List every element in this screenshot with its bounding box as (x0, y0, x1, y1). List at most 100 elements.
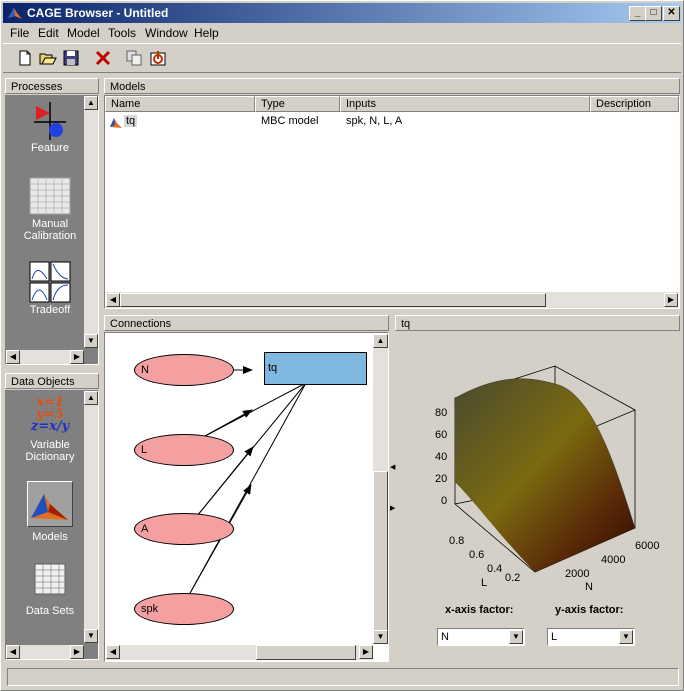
connections-hscroll-thumb[interactable] (256, 645, 356, 660)
z-tick-80: 80 (435, 407, 447, 419)
scroll-down-icon[interactable]: ▼ (84, 334, 98, 348)
delete-icon[interactable] (93, 48, 113, 68)
models-label: Models (32, 531, 68, 543)
process-manual-calibration[interactable]: Manual Calibration (6, 174, 94, 246)
models-scroll-thumb[interactable] (120, 293, 546, 307)
manual-calibration-icon (29, 177, 71, 215)
data-objects-hscroll[interactable]: ◀ ▶ (6, 645, 84, 659)
menu-edit[interactable]: Edit (38, 26, 59, 40)
menu-help[interactable]: Help (194, 26, 219, 40)
maximize-button[interactable]: □ (645, 6, 662, 21)
scroll-left-icon[interactable]: ◀ (6, 350, 20, 364)
processes-header: Processes (5, 78, 99, 94)
scroll-left-icon[interactable]: ◀ (106, 293, 120, 307)
scroll-right-icon[interactable]: ▶ (664, 293, 678, 307)
models-hscroll[interactable]: ◀ ▶ (106, 292, 678, 308)
n-tick-4000: 4000 (601, 554, 625, 566)
scroll-left-icon[interactable]: ◀ (106, 645, 120, 659)
scroll-up-icon[interactable]: ▲ (373, 334, 388, 348)
data-object-models[interactable]: Models (6, 481, 94, 547)
feature-icon (34, 102, 66, 140)
data-objects-header: Data Objects (5, 373, 99, 389)
process-manual-calibration-label: Manual Calibration (23, 218, 77, 242)
z-tick-20: 20 (435, 473, 447, 485)
save-icon[interactable] (61, 48, 81, 68)
connections-vscroll-thumb[interactable] (373, 471, 388, 631)
process-feature-label: Feature (31, 142, 69, 154)
chevron-down-icon[interactable]: ▼ (509, 630, 523, 644)
menu-window[interactable]: Window (145, 26, 188, 40)
x-axis-factor-value: N (441, 631, 449, 643)
node-n[interactable]: N (134, 354, 234, 386)
n-axis-label: N (585, 581, 593, 593)
close-button[interactable]: ✕ (663, 6, 680, 21)
scroll-up-icon[interactable]: ▲ (84, 96, 98, 110)
x-axis-factor-select[interactable]: N ▼ (437, 628, 525, 646)
connections-vscroll[interactable]: ▲ ▼ (373, 334, 388, 644)
copy-icon[interactable] (124, 48, 144, 68)
y-axis-factor-value: L (551, 631, 558, 643)
scroll-right-icon[interactable]: ▶ (70, 350, 84, 364)
scroll-right-icon[interactable]: ▶ (70, 645, 84, 659)
models-icon (27, 481, 73, 527)
node-l-label: L (141, 444, 148, 456)
open-icon[interactable] (38, 48, 58, 68)
menu-tools[interactable]: Tools (108, 26, 136, 40)
scroll-down-icon[interactable]: ▼ (373, 630, 388, 644)
node-tq[interactable]: tq (264, 352, 367, 385)
scroll-left-icon[interactable]: ◀ (6, 645, 20, 659)
cell-inputs: spk, N, L, A (346, 115, 403, 127)
data-sets-label: Data Sets (25, 605, 75, 617)
scroll-right-icon[interactable]: ▶ (359, 645, 373, 659)
data-object-variable-dictionary[interactable]: x=1 y=5 z=x/y Variable Dictionary (6, 395, 94, 471)
cell-name: tq (124, 115, 138, 127)
process-tradeoff-label: Tradeoff (29, 304, 71, 316)
n-tick-6000: 6000 (635, 540, 659, 552)
chevron-down-icon[interactable]: ▼ (619, 630, 633, 644)
l-tick-0-6: 0.6 (469, 549, 484, 561)
l-tick-0-2: 0.2 (505, 572, 520, 584)
menu-file[interactable]: File (10, 26, 29, 40)
z-tick-0: 0 (441, 495, 447, 507)
models-header: Models (104, 78, 680, 94)
tradeoff-icon (29, 261, 71, 303)
data-objects-panel: x=1 y=5 z=x/y Variable Dictionary Models… (5, 390, 99, 660)
scroll-down-icon[interactable]: ▼ (84, 629, 98, 643)
cell-type: MBC model (261, 115, 319, 127)
node-l[interactable]: L (134, 434, 234, 466)
variable-dictionary-label: Variable Dictionary (25, 439, 75, 463)
process-tradeoff[interactable]: Tradeoff (6, 260, 94, 324)
column-inputs[interactable]: Inputs (340, 96, 590, 112)
node-a-label: A (141, 523, 149, 535)
connections-panel: N L A spk tq ▲ ▼ ◀ ▶ (104, 332, 389, 662)
data-sets-icon (34, 563, 66, 595)
node-spk[interactable]: spk (134, 593, 234, 625)
data-objects-vscroll[interactable]: ▲ ▼ (84, 391, 98, 643)
y-axis-factor-select[interactable]: L ▼ (547, 628, 635, 646)
models-table: Name Type Inputs Description tq MBC mode… (104, 95, 680, 309)
node-spk-label: spk (141, 603, 159, 615)
node-n-label: N (141, 364, 149, 376)
processes-hscroll[interactable]: ◀ ▶ (6, 350, 84, 364)
n-tick-2000: 2000 (565, 568, 589, 580)
processes-vscroll[interactable]: ▲ ▼ (84, 96, 98, 348)
scroll-up-icon[interactable]: ▲ (84, 391, 98, 405)
data-object-data-sets[interactable]: Data Sets (6, 561, 94, 625)
x-axis-factor-label: x-axis factor: (445, 604, 514, 616)
matlab-logo-icon (8, 8, 22, 19)
minimize-button[interactable]: _ (629, 6, 646, 21)
new-icon[interactable] (15, 48, 35, 68)
connections-hscroll[interactable]: ◀ ▶ (106, 645, 373, 660)
surface-plot: 80 60 40 20 0 0.8 0.6 0.4 0.2 L 2000 400… (435, 365, 659, 593)
import-icon[interactable] (148, 48, 168, 68)
column-name[interactable]: Name (105, 96, 255, 112)
column-description[interactable]: Description (590, 96, 679, 112)
processes-panel: Feature Manual Calibration Tradeoff ▲ ▼ … (5, 95, 99, 365)
menu-model[interactable]: Model (67, 26, 100, 40)
column-type[interactable]: Type (255, 96, 340, 112)
plot-panel: 80 60 40 20 0 0.8 0.6 0.4 0.2 L 2000 400… (395, 332, 680, 662)
title-bar[interactable]: CAGE Browser - Untitled _ □ ✕ (3, 3, 681, 23)
node-a[interactable]: A (134, 513, 234, 545)
l-tick-0-4: 0.4 (487, 563, 502, 575)
process-feature[interactable]: Feature (6, 100, 94, 164)
